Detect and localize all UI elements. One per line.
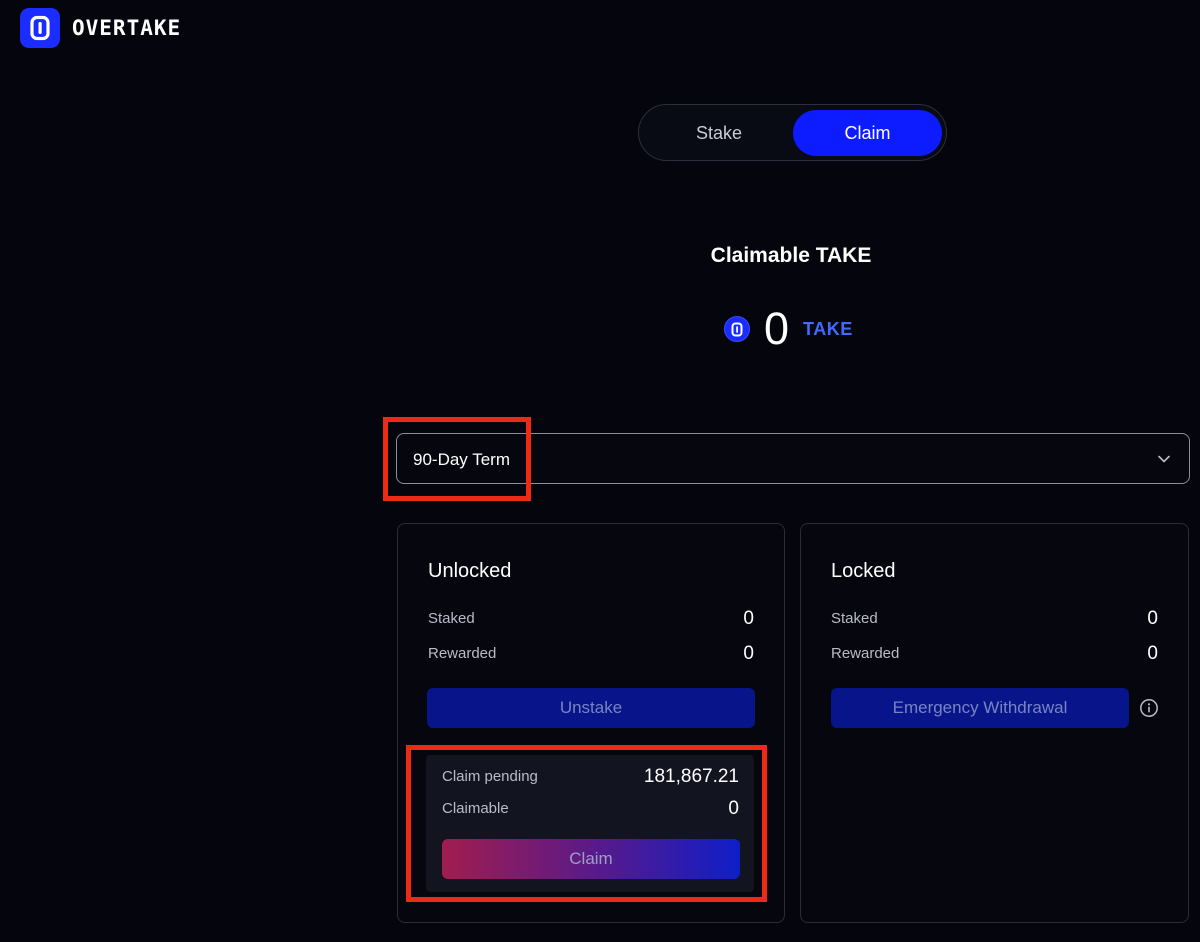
locked-rewarded-label: Rewarded	[831, 645, 900, 662]
locked-card: Locked Staked 0 Rewarded 0 Emergency Wit…	[800, 523, 1189, 923]
unlocked-rewarded-label: Rewarded	[428, 645, 497, 662]
unlocked-title: Unlocked	[428, 560, 512, 582]
locked-rewarded-value: 0	[1147, 643, 1158, 664]
unstake-button[interactable]: Unstake	[427, 688, 755, 728]
staking-page: OVERTAKE Stake Claim Claimable TAKE 0 TA…	[0, 0, 1200, 942]
unlocked-staked-value: 0	[743, 608, 754, 629]
claimable-amount-unit: TAKE	[803, 318, 853, 339]
overtake-logo-icon	[20, 8, 60, 48]
claimable-amount-value: 0	[764, 303, 790, 354]
locked-staked-label: Staked	[831, 610, 878, 627]
unlocked-staked-label: Staked	[428, 610, 475, 627]
term-highlight-box	[383, 417, 531, 501]
claimable-amount: 0 TAKE	[724, 306, 853, 352]
emergency-withdrawal-button[interactable]: Emergency Withdrawal	[831, 688, 1129, 728]
stake-claim-toggle: Stake Claim	[638, 104, 947, 161]
take-token-icon	[724, 316, 750, 342]
info-icon[interactable]	[1139, 698, 1159, 723]
brand[interactable]: OVERTAKE	[20, 8, 181, 48]
locked-title: Locked	[831, 560, 896, 582]
unlocked-rewarded-value: 0	[743, 643, 754, 664]
chevron-down-icon	[1157, 452, 1171, 471]
claimable-title: Claimable TAKE	[710, 244, 872, 267]
brand-name: OVERTAKE	[72, 16, 182, 40]
tab-stake[interactable]: Stake	[644, 110, 794, 156]
locked-staked-value: 0	[1147, 608, 1158, 629]
tab-claim[interactable]: Claim	[793, 110, 942, 156]
claim-pending-highlight-box	[406, 745, 767, 902]
